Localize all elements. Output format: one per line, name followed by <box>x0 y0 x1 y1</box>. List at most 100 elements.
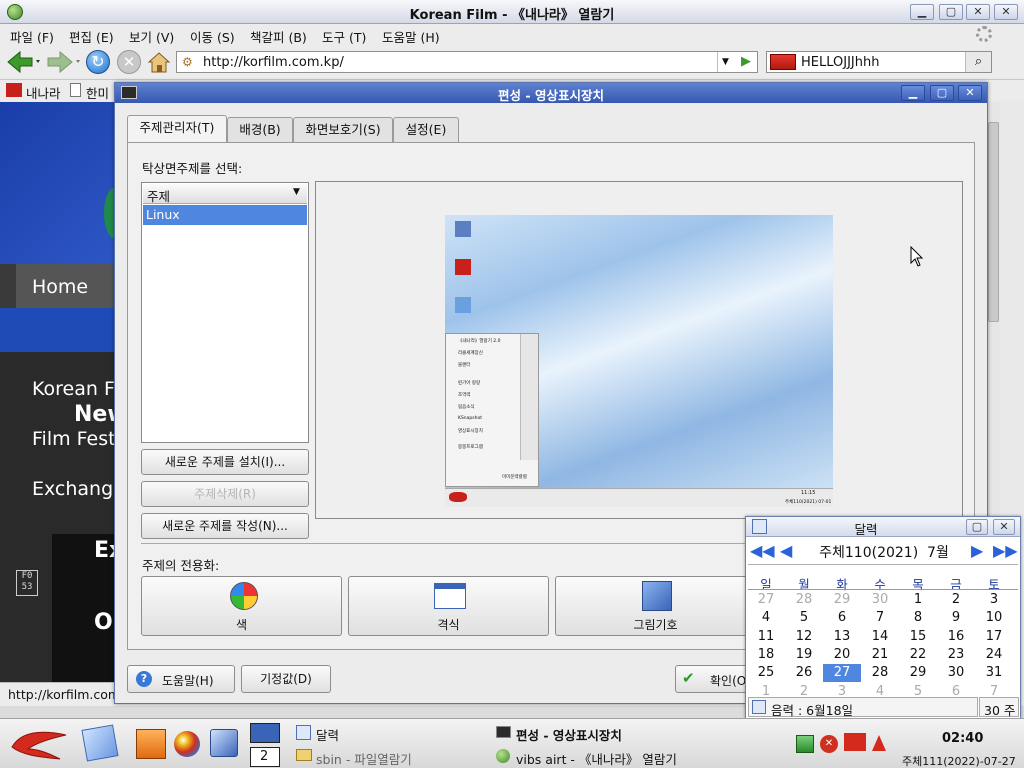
task-calendar[interactable]: 달력 <box>292 723 482 743</box>
tab-settings[interactable]: 설정(E) <box>393 117 459 143</box>
calendar-day[interactable]: 19 <box>785 646 823 664</box>
menu-edit[interactable]: 편집 (E) <box>69 27 114 46</box>
volume-tray-icon[interactable]: ✕ <box>820 735 838 753</box>
calendar-close-button[interactable]: ✕ <box>993 519 1015 535</box>
update-tray-icon[interactable] <box>872 735 886 751</box>
search-button[interactable]: ⌕ <box>965 52 991 72</box>
help-button[interactable]: ? 도움말(H) <box>127 665 235 693</box>
go-button[interactable]: ▶ <box>735 52 757 72</box>
scroll-thumb[interactable] <box>988 122 999 322</box>
media-launcher-icon[interactable] <box>210 729 238 757</box>
style-button[interactable]: 격식 <box>348 576 549 636</box>
menu-bookmarks[interactable]: 책갈피 (B) <box>250 27 307 46</box>
calendar-day[interactable]: 29 <box>899 664 937 682</box>
minimize-button[interactable]: ▁ <box>910 4 934 20</box>
calendar-day[interactable]: 8 <box>899 609 937 627</box>
clock-time[interactable]: 02:40 <box>942 731 983 746</box>
calendar-day[interactable]: 27 <box>747 591 785 609</box>
clock-date[interactable]: 주체111(2022)-07-27 <box>902 753 1016 768</box>
prev-year-button[interactable]: ◀◀ <box>750 541 776 561</box>
browser-launcher-icon[interactable] <box>174 731 200 757</box>
calendar-day[interactable]: 30 <box>861 591 899 609</box>
defaults-button[interactable]: 기정값(D) <box>241 665 331 693</box>
pager-desktop-2[interactable]: 2 <box>250 747 280 767</box>
dialog-maximize-button[interactable]: ▢ <box>930 85 954 101</box>
close-all-button[interactable]: ✕ <box>994 4 1018 20</box>
prev-month-button[interactable]: ◀ <box>780 541 796 561</box>
flag-tray-icon[interactable] <box>844 733 866 751</box>
calendar-day[interactable]: 26 <box>785 664 823 682</box>
calendar-day[interactable]: 24 <box>975 646 1013 664</box>
next-year-button[interactable]: ▶▶ <box>993 541 1019 561</box>
notepad-launcher-icon[interactable] <box>81 724 119 762</box>
desktop-pager[interactable]: 2 <box>250 723 280 767</box>
theme-item-linux[interactable]: Linux <box>143 205 307 225</box>
dialog-minimize-button[interactable]: ▁ <box>901 85 925 101</box>
calendar-day[interactable]: 10 <box>975 609 1013 627</box>
url-text[interactable]: http://korfilm.com.kp/ <box>203 55 344 70</box>
menu-view[interactable]: 보기 (V) <box>129 27 174 46</box>
menu-help[interactable]: 도움말 (H) <box>382 27 440 46</box>
calendar-day[interactable]: 20 <box>823 646 861 664</box>
calendar-day[interactable]: 5 <box>785 609 823 627</box>
calendar-day[interactable]: 14 <box>861 628 899 646</box>
dialog-titlebar[interactable]: 편성 - 영상표시장치 ▁ ▢ ✕ <box>115 83 987 103</box>
calendar-day[interactable]: 22 <box>899 646 937 664</box>
search-input[interactable]: HELLOJJJhhh <box>801 55 879 70</box>
calendar-day[interactable]: 6 <box>823 609 861 627</box>
tab-screensaver[interactable]: 화면보호기(S) <box>293 117 393 143</box>
calendar-day[interactable]: 16 <box>937 628 975 646</box>
close-button[interactable]: ✕ <box>966 4 990 20</box>
calendar-day[interactable]: 29 <box>823 591 861 609</box>
page-text-korean-film[interactable]: Korean F <box>32 378 115 400</box>
calendar-day[interactable]: 11 <box>747 628 785 646</box>
calendar-day[interactable]: 28 <box>861 664 899 682</box>
dialog-close-button[interactable]: ✕ <box>958 85 982 101</box>
calendar-day[interactable]: 3 <box>975 591 1013 609</box>
calendar-day[interactable]: 25 <box>747 664 785 682</box>
task-browser[interactable]: vibs airt - 《내나라》 열람기 <box>492 745 702 767</box>
calendar-day[interactable]: 13 <box>823 628 861 646</box>
menu-go[interactable]: 이동 (S) <box>190 27 235 46</box>
page-text-film-fest[interactable]: Film Fest <box>32 428 116 450</box>
calendar-day[interactable]: 21 <box>861 646 899 664</box>
task-display-settings[interactable]: 편성 - 영상표시장치 <box>492 723 702 743</box>
theme-list[interactable]: 주제 ▼ Linux <box>141 182 309 443</box>
task-file-manager[interactable]: sbin - 파일열람기 <box>292 745 482 767</box>
calendar-day[interactable]: 30 <box>937 664 975 682</box>
stop-button[interactable]: ✕ <box>117 50 141 74</box>
calendar-day[interactable]: 31 <box>975 664 1013 682</box>
delete-theme-button[interactable]: 주제삭제(R) <box>141 481 309 507</box>
search-bar[interactable]: HELLOJJJhhh ⌕ <box>766 51 992 73</box>
calendar-day[interactable]: 4 <box>747 609 785 627</box>
office-launcher-icon[interactable] <box>136 729 166 759</box>
icons-button[interactable]: 그림기호 <box>555 576 756 636</box>
theme-column-header[interactable]: 주제 ▼ <box>143 184 307 204</box>
browser-titlebar[interactable]: Korean Film - 《내나라》 열람기 ▁ ▢ ✕ ✕ <box>0 0 1024 24</box>
create-theme-button[interactable]: 새로운 주제를 작성(N)... <box>141 513 309 539</box>
home-icon[interactable] <box>147 50 171 74</box>
calendar-day[interactable]: 15 <box>899 628 937 646</box>
url-bar[interactable]: ⚙ http://korfilm.com.kp/ ▼ ▶ <box>176 51 758 73</box>
calendar-maximize-button[interactable]: ▢ <box>966 519 988 535</box>
calendar-day[interactable]: 27 <box>823 664 861 683</box>
bookmark-hanmi[interactable]: 한미 <box>86 83 109 102</box>
calendar-day[interactable]: 7 <box>861 609 899 627</box>
search-engine-icon[interactable] <box>770 54 796 70</box>
calendar-titlebar[interactable]: 달력 ▢ ✕ <box>746 517 1020 537</box>
start-menu-button[interactable] <box>8 725 70 763</box>
install-theme-button[interactable]: 새로운 주제를 설치(I)... <box>141 449 309 475</box>
calendar-day[interactable]: 2 <box>937 591 975 609</box>
back-button[interactable] <box>6 50 42 74</box>
network-tray-icon[interactable] <box>796 735 814 753</box>
maximize-button[interactable]: ▢ <box>939 4 963 20</box>
calendar-day[interactable]: 28 <box>785 591 823 609</box>
calendar-day[interactable]: 17 <box>975 628 1013 646</box>
url-dropdown-button[interactable]: ▼ <box>717 52 733 72</box>
calendar-day[interactable]: 12 <box>785 628 823 646</box>
menu-tools[interactable]: 도구 (T) <box>322 27 366 46</box>
reload-button[interactable]: ↻ <box>86 50 110 74</box>
calendar-day[interactable]: 23 <box>937 646 975 664</box>
bookmark-nenara[interactable]: 내나라 <box>26 83 61 102</box>
page-text-exchange[interactable]: Exchange <box>32 478 125 500</box>
